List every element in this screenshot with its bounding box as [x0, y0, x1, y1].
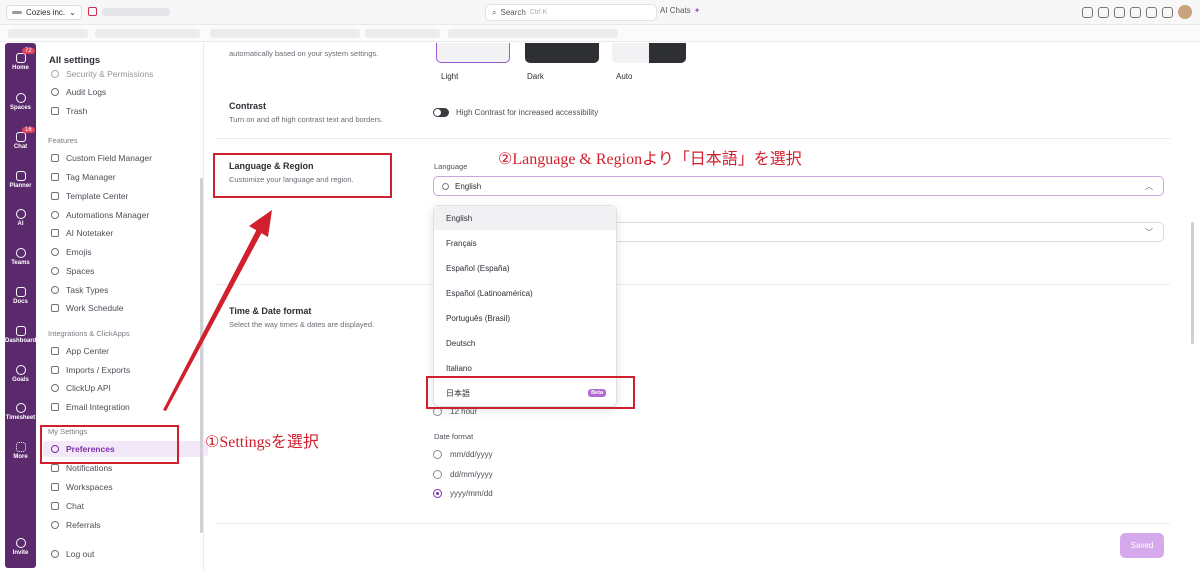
- annotation-arrow: [163, 210, 272, 411]
- arrow-shaft: [163, 229, 262, 411]
